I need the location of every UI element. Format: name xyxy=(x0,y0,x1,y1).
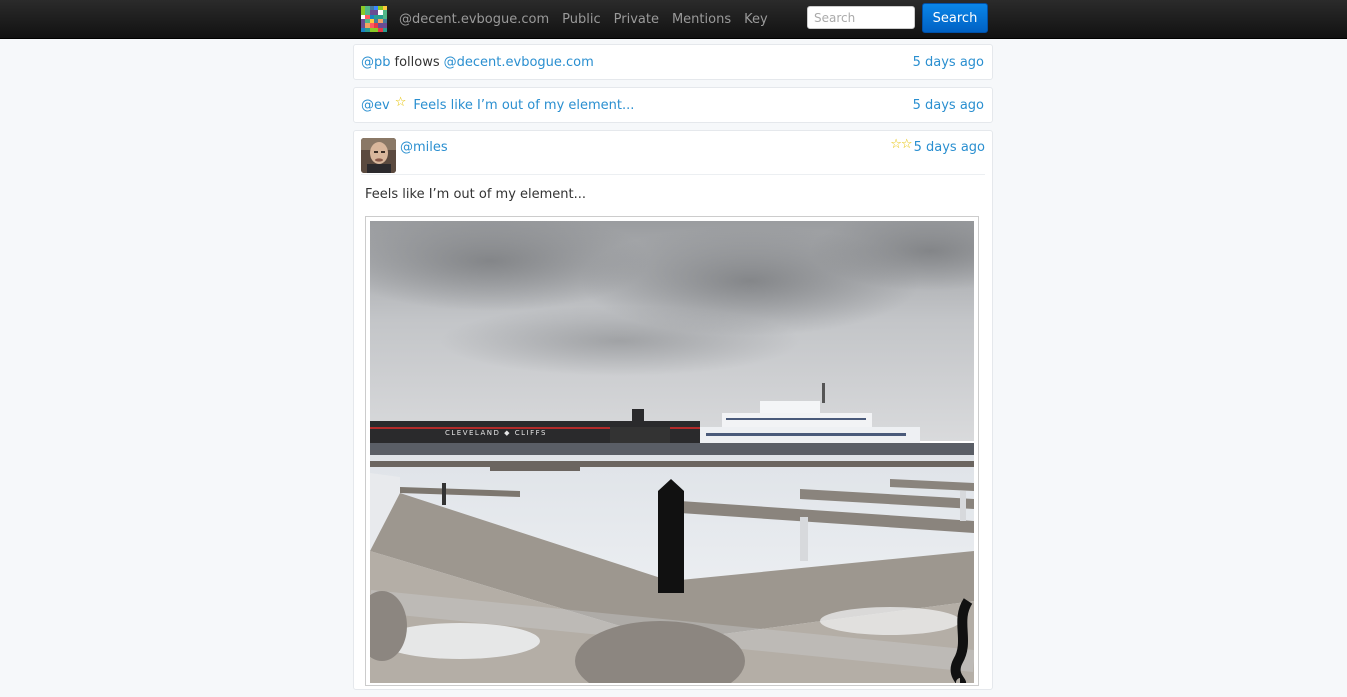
actor-link[interactable]: @pb xyxy=(361,55,391,70)
nav-links: @decent.evbogue.com Public Private Menti… xyxy=(399,0,781,38)
logo-icon[interactable] xyxy=(361,6,387,32)
building-sign: CLEVELAND ◆ CLIFFS xyxy=(445,429,547,437)
timestamp-link[interactable]: 5 days ago xyxy=(914,140,985,155)
post-author-link[interactable]: @miles xyxy=(400,140,448,155)
nav-link-mentions[interactable]: Mentions xyxy=(672,12,731,27)
starred-post-link[interactable]: Feels like I’m out of my element... xyxy=(413,98,634,113)
marina-photo: CLEVELAND ◆ CLIFFS xyxy=(370,221,974,683)
logo-pixel xyxy=(382,27,387,32)
avatar[interactable] xyxy=(361,138,396,173)
actor-link[interactable]: @ev xyxy=(361,98,390,113)
navbar-inner: @decent.evbogue.com Public Private Menti… xyxy=(361,0,988,38)
target-link[interactable]: @decent.evbogue.com xyxy=(444,55,594,70)
nav-link-public[interactable]: Public xyxy=(562,12,600,27)
post-header: @miles ☆☆ 5 days ago xyxy=(361,137,985,175)
post-photo-frame: CLEVELAND ◆ CLIFFS xyxy=(365,216,979,686)
post-photo[interactable]: CLEVELAND ◆ CLIFFS xyxy=(370,221,974,683)
nav-link-site[interactable]: @decent.evbogue.com xyxy=(399,12,549,27)
star-icon[interactable]: ☆☆ xyxy=(890,137,912,152)
top-navbar: @decent.evbogue.com Public Private Menti… xyxy=(0,0,1347,39)
nav-link-private[interactable]: Private xyxy=(614,12,659,27)
feed: @pb follows @decent.evbogue.com 5 days a… xyxy=(353,44,993,697)
post-meta: ☆☆ 5 days ago xyxy=(890,137,985,155)
search-button[interactable]: Search xyxy=(922,3,988,33)
feed-item-follow: @pb follows @decent.evbogue.com 5 days a… xyxy=(353,44,993,80)
post-card: @miles ☆☆ 5 days ago Feels like I’m out … xyxy=(353,130,993,690)
nav-link-key[interactable]: Key xyxy=(744,12,768,27)
timestamp-link[interactable]: 5 days ago xyxy=(913,55,984,70)
star-icon: ☆ xyxy=(394,94,407,110)
post-text: Feels like I’m out of my element... xyxy=(365,187,587,202)
timestamp-link[interactable]: 5 days ago xyxy=(913,98,984,113)
feed-item-star: @ev ☆ Feels like I’m out of my element..… xyxy=(353,87,993,123)
search-input[interactable] xyxy=(807,6,915,29)
avatar-image xyxy=(361,138,396,173)
follow-verb: follows xyxy=(394,54,440,70)
